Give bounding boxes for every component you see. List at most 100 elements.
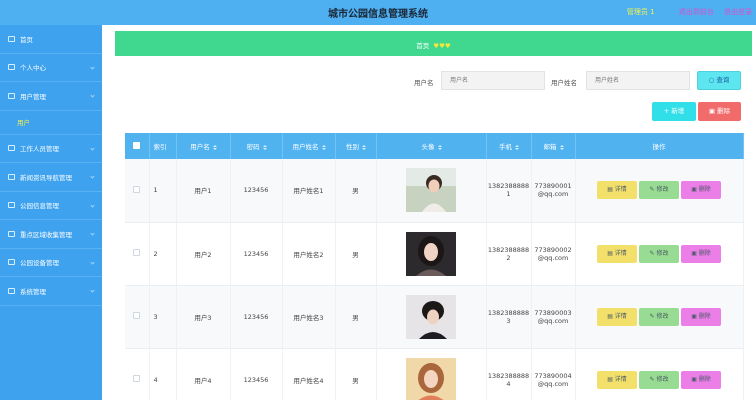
detail-button[interactable]: ▤ 详情: [597, 370, 637, 389]
sort-icon: [322, 145, 325, 150]
sidebar-item-equipment-management[interactable]: 公园设备管理: [0, 249, 102, 277]
col-avatar[interactable]: 头像: [376, 133, 487, 159]
cell-username: 用户4: [176, 348, 231, 400]
front-link[interactable]: 退出到前台: [679, 8, 714, 16]
phone-line: 1: [506, 190, 511, 199]
sidebar-item-label: 个人中心: [20, 64, 46, 73]
email-line: @qq.com: [537, 190, 569, 199]
edit-button[interactable]: ✎ 修改: [639, 181, 679, 200]
detail-button[interactable]: ▤ 详情: [597, 244, 637, 263]
add-button[interactable]: + 新增: [652, 102, 696, 121]
sidebar-item-label: 首页: [20, 35, 33, 44]
sidebar-subitem-user[interactable]: 用户: [0, 111, 102, 135]
row-checkbox[interactable]: [133, 312, 141, 319]
cell-gender: 男: [335, 159, 377, 223]
detail-label: 详情: [614, 312, 627, 320]
sort-icon: [213, 145, 216, 150]
avatar-image: [406, 357, 456, 400]
cell-actions: ▤ 详情 ✎ 修改 ▣ 删除: [575, 348, 744, 400]
avatar-image: [406, 294, 456, 339]
edit-label: 修改: [656, 186, 669, 194]
chevron-down-icon: [90, 259, 95, 265]
edit-button[interactable]: ✎ 修改: [639, 370, 679, 389]
phone-line: 3: [506, 316, 511, 325]
logout-link[interactable]: 退出登录: [724, 8, 752, 16]
chevron-down-icon: [90, 93, 95, 98]
email-line: @qq.com: [537, 379, 569, 388]
detail-button[interactable]: ▤ 详情: [597, 307, 637, 326]
select-all-checkbox[interactable]: [133, 141, 141, 149]
cell-password: 123456: [230, 159, 283, 223]
col-label: 密码: [246, 143, 260, 151]
detail-button[interactable]: ▤ 详情: [597, 181, 637, 200]
col-gender[interactable]: 性别: [335, 133, 377, 159]
sort-icon: [560, 145, 563, 150]
add-label: 新增: [671, 107, 685, 115]
sidebar: 首页 个人中心 用户管理 用户 工作人员管理 新闻资讯导航管理 公园信息管理 重…: [0, 25, 102, 400]
realname-input[interactable]: [586, 71, 690, 90]
delete-button[interactable]: ▣ 删除: [681, 181, 721, 200]
cell-index: 1: [149, 159, 177, 223]
col-phone[interactable]: 手机: [486, 133, 532, 159]
row-checkbox[interactable]: [133, 249, 141, 256]
email-line: @qq.com: [537, 253, 569, 262]
sidebar-item-user-management[interactable]: 用户管理: [0, 82, 102, 111]
phone-line: 1382388888: [487, 245, 530, 254]
col-email[interactable]: 邮箱: [531, 133, 576, 159]
sidebar-item-area-management[interactable]: 重点区域收集管理: [0, 220, 102, 249]
delete-button[interactable]: ▣ 删除: [681, 370, 721, 389]
equipment-icon: [8, 259, 15, 266]
sidebar-item-label: 工作人员管理: [20, 145, 59, 154]
chevron-down-icon: [90, 202, 95, 208]
sidebar-item-label: 用户: [17, 119, 30, 127]
edit-label: 修改: [656, 375, 669, 383]
cell-actions: ▤ 详情 ✎ 修改 ▣ 删除: [575, 285, 744, 349]
detail-icon: ▤: [607, 186, 615, 194]
col-label: 头像: [421, 143, 435, 151]
col-password[interactable]: 密码: [230, 133, 283, 159]
area-icon: [8, 230, 15, 237]
delete-label: 删除: [698, 186, 711, 194]
settings-icon: [8, 287, 15, 294]
delete-button[interactable]: ▣ 删除: [681, 307, 721, 326]
col-label: 用户姓名: [292, 143, 319, 151]
cell-email: 773890004 @qq.com: [531, 348, 576, 400]
park-icon: [8, 202, 15, 209]
sidebar-item-staff-management[interactable]: 工作人员管理: [0, 135, 102, 163]
cell-avatar: [376, 348, 487, 400]
sidebar-item-profile[interactable]: 个人中心: [0, 54, 102, 82]
edit-label: 修改: [656, 249, 669, 257]
edit-button[interactable]: ✎ 修改: [639, 307, 679, 326]
cell-email: 773890003 @qq.com: [531, 285, 576, 349]
batch-delete-button[interactable]: ▣ 删除: [698, 102, 741, 121]
username-input[interactable]: [441, 71, 545, 90]
cell-index: 2: [149, 222, 177, 286]
delete-button[interactable]: ▣ 删除: [681, 244, 721, 263]
news-icon: [8, 173, 15, 180]
edit-button[interactable]: ✎ 修改: [639, 244, 679, 263]
cell-email: 773890001 @qq.com: [531, 159, 576, 223]
col-realname[interactable]: 用户姓名: [282, 133, 336, 159]
cell-realname: 用户姓名4: [282, 348, 336, 400]
detail-icon: ▤: [607, 249, 615, 257]
breadcrumb-home[interactable]: 首页: [416, 42, 429, 50]
detail-icon: ▤: [607, 375, 615, 383]
cell-phone: 1382388888 3: [486, 285, 532, 349]
sidebar-item-label: 新闻资讯导航管理: [20, 173, 72, 182]
sort-icon: [438, 145, 441, 150]
row-checkbox[interactable]: [133, 185, 141, 193]
admin-label: 管理员 1: [626, 8, 655, 16]
sidebar-item-park-management[interactable]: 公园信息管理: [0, 192, 102, 220]
select-all-cell: [125, 133, 150, 159]
phone-line: 2: [506, 253, 511, 262]
sidebar-item-label: 重点区域收集管理: [20, 230, 72, 239]
sidebar-item-news-management[interactable]: 新闻资讯导航管理: [0, 163, 102, 192]
row-checkbox[interactable]: [133, 375, 141, 382]
sidebar-item-home[interactable]: 首页: [0, 25, 102, 54]
query-button[interactable]: ○ 查询: [697, 71, 741, 90]
email-line: 773890004: [534, 371, 572, 380]
col-label: 邮箱: [543, 143, 557, 151]
query-label: 查询: [716, 76, 730, 84]
sidebar-item-system-management[interactable]: 系统管理: [0, 277, 102, 306]
col-username[interactable]: 用户名: [176, 133, 231, 159]
